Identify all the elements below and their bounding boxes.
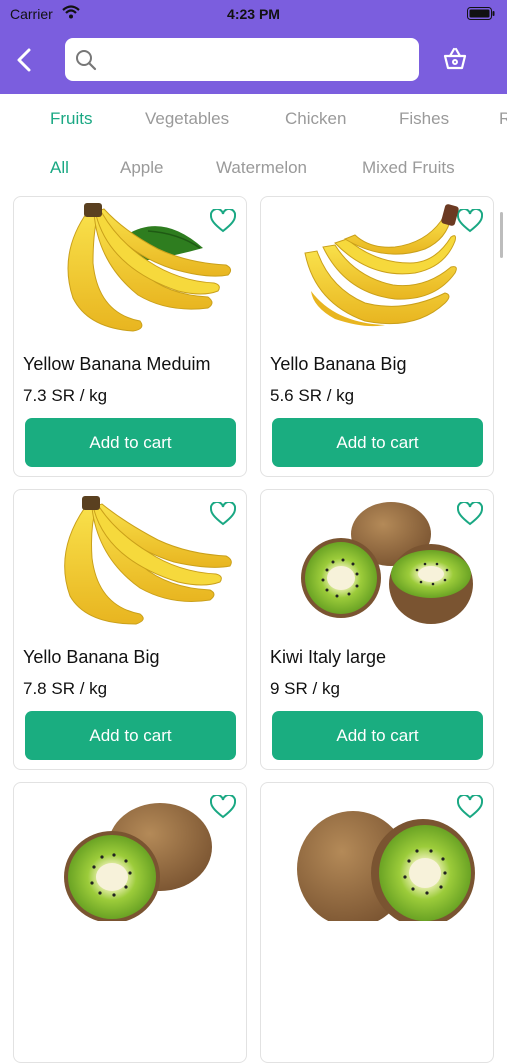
product-name: Kiwi Italy large xyxy=(270,647,387,667)
scroll-indicator[interactable] xyxy=(500,212,503,258)
search-input[interactable] xyxy=(105,46,405,73)
subtab-watermelon[interactable]: Watermelon xyxy=(216,158,307,178)
product-card[interactable] xyxy=(13,782,247,1063)
status-time: 4:23 PM xyxy=(227,6,280,22)
kiwi-image xyxy=(64,803,212,921)
subtab-mixed-fruits[interactable]: Mixed Fruits xyxy=(362,158,455,178)
add-to-cart-button[interactable]: Add to cart xyxy=(25,711,236,760)
kiwi-image xyxy=(301,502,473,624)
banana-image xyxy=(304,204,459,327)
back-button[interactable] xyxy=(12,46,38,74)
product-name: Yello Banana Big xyxy=(23,647,160,667)
status-bar: Carrier 4:23 PM xyxy=(0,0,507,30)
add-to-cart-button[interactable]: Add to cart xyxy=(272,711,483,760)
product-card[interactable] xyxy=(260,782,494,1063)
app-header: Carrier 4:23 PM xyxy=(0,0,507,94)
product-card[interactable]: Yello Banana Big 5.6 SR / kg Add to cart xyxy=(260,196,494,477)
banana-image xyxy=(67,203,232,332)
search-icon xyxy=(76,50,97,71)
tab-fishes[interactable]: Fishes xyxy=(399,109,449,129)
search-bar[interactable] xyxy=(65,38,419,81)
banana-image xyxy=(64,496,232,625)
chevron-left-icon xyxy=(17,48,31,72)
add-to-cart-button[interactable]: Add to cart xyxy=(272,418,483,467)
product-card[interactable]: Kiwi Italy large 9 SR / kg Add to cart xyxy=(260,489,494,770)
subtab-all[interactable]: All xyxy=(50,158,69,178)
product-price: 7.8 SR / kg xyxy=(23,679,108,698)
product-name: Yello Banana Big xyxy=(270,354,407,374)
product-card[interactable]: Yellow Banana Meduim 7.3 SR / kg Add to … xyxy=(13,196,247,477)
kiwi-image xyxy=(297,811,475,921)
product-price: 5.6 SR / kg xyxy=(270,386,355,405)
battery-icon xyxy=(467,7,495,20)
product-name: Yellow Banana Meduim xyxy=(23,354,211,374)
subcategory-tabs: All Apple Watermelon Mixed Fruits xyxy=(0,153,507,183)
tab-more[interactable]: R xyxy=(499,109,507,129)
tab-chicken[interactable]: Chicken xyxy=(285,109,346,129)
category-tabs: Fruits Vegetables Chicken Fishes R xyxy=(0,104,507,134)
product-price: 9 SR / kg xyxy=(270,679,340,698)
tab-vegetables[interactable]: Vegetables xyxy=(145,109,229,129)
tab-fruits[interactable]: Fruits xyxy=(50,109,93,129)
cart-button[interactable] xyxy=(441,45,469,73)
basket-icon xyxy=(443,47,467,70)
add-to-cart-button[interactable]: Add to cart xyxy=(25,418,236,467)
product-card[interactable]: Yello Banana Big 7.8 SR / kg Add to cart xyxy=(13,489,247,770)
product-price: 7.3 SR / kg xyxy=(23,386,108,405)
subtab-apple[interactable]: Apple xyxy=(120,158,163,178)
